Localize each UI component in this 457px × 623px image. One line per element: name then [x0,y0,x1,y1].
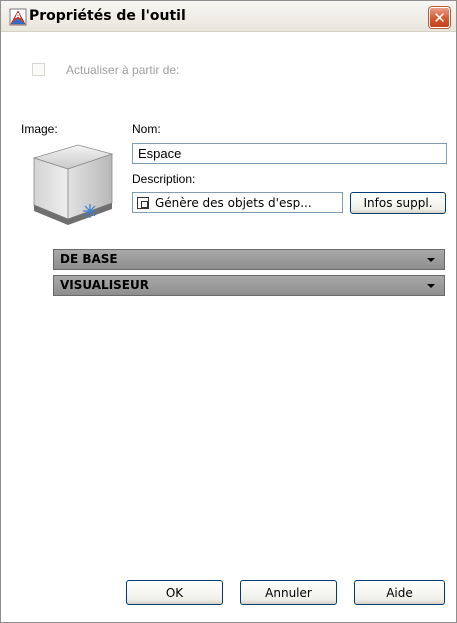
update-from-label: Actualiser à partir de: [66,63,180,77]
svg-text:A: A [15,12,21,20]
cancel-button[interactable]: Annuler [240,580,337,605]
autocad-app-icon: A [9,8,27,26]
name-input[interactable] [132,143,447,164]
tool-object-icon [137,196,149,209]
ok-button[interactable]: OK [126,580,223,605]
description-label: Description: [132,172,196,186]
description-field[interactable]: Génère des objets d'esp... [132,192,343,213]
window-title: Propriétés de l'outil [29,8,186,24]
name-label: Nom: [132,122,161,136]
more-info-button[interactable]: Infos suppl. [350,192,446,214]
section-visualiseur[interactable]: VISUALISEUR [53,275,445,296]
help-button[interactable]: Aide [354,580,445,605]
tool-properties-dialog: A Propriétés de l'outil ✕ Actualiser à p… [0,0,457,623]
title-bar[interactable]: A Propriétés de l'outil ✕ [1,1,456,32]
close-icon: ✕ [433,8,446,27]
chevron-down-icon [427,258,435,262]
update-from-checkbox[interactable] [32,63,45,76]
close-button[interactable]: ✕ [429,7,450,28]
section-de-base[interactable]: DE BASE [53,249,445,270]
space-cube-icon[interactable] [28,141,118,226]
image-label: Image: [21,122,58,136]
chevron-down-icon [427,284,435,288]
description-text: Génère des objets d'esp... [155,195,312,210]
